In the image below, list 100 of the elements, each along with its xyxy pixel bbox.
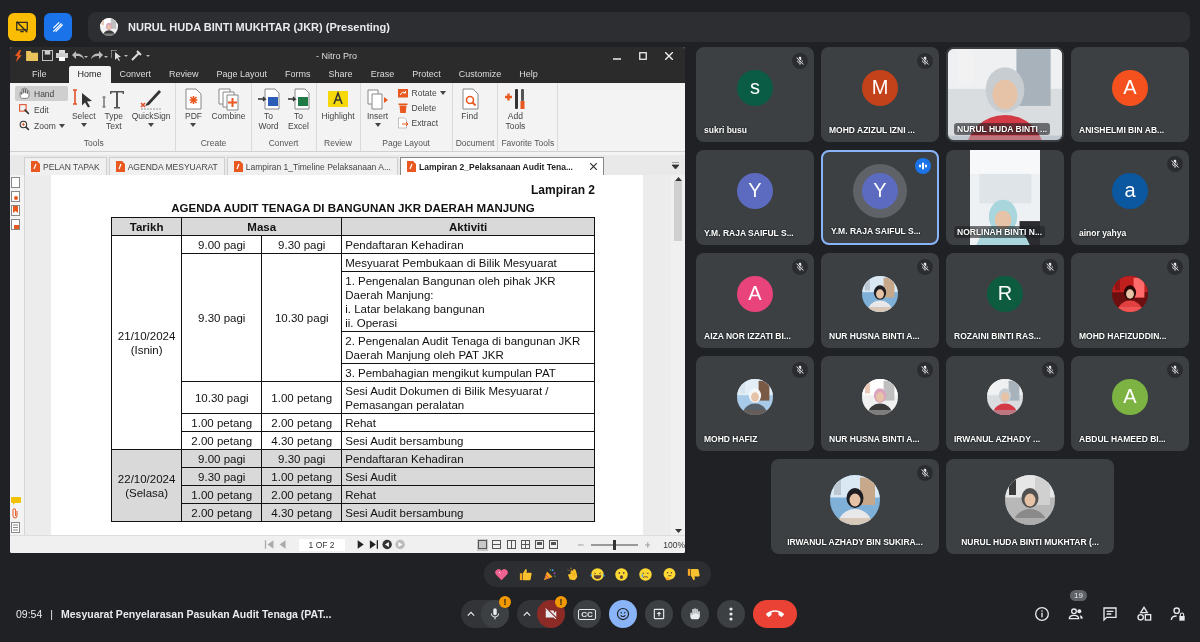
emoji-button[interactable] (609, 600, 637, 628)
warning-badge: ! (555, 596, 567, 608)
menu-tab[interactable]: Convert (110, 66, 161, 83)
view-mode-button[interactable] (548, 538, 560, 551)
menu-tab[interactable]: Home (68, 66, 111, 83)
menu-tab[interactable]: Protect (403, 66, 450, 83)
caret-icon[interactable] (672, 162, 679, 169)
more-icon (729, 607, 733, 621)
menu-tab[interactable]: File (24, 66, 69, 83)
menu-tab[interactable]: Erase (361, 66, 404, 83)
caret-icon (374, 122, 381, 127)
ribbon-button[interactable]: Zoom (15, 118, 68, 133)
avatar-initial: A (1112, 378, 1148, 415)
screen-off-button[interactable] (8, 13, 36, 41)
lock-icon[interactable] (11, 219, 20, 230)
menu-tab[interactable]: Customize (449, 66, 511, 83)
document-tab[interactable]: Lampiran 1_Timeline Pelaksanaan A... (226, 157, 398, 175)
party-popper-icon[interactable] (542, 566, 557, 582)
info-icon[interactable] (1034, 606, 1050, 622)
menu-tab[interactable]: Review (160, 66, 208, 83)
continuous-icon (492, 540, 502, 549)
chat-icon[interactable] (1102, 606, 1118, 622)
surprised-face-icon[interactable] (614, 566, 629, 582)
page-icon[interactable] (11, 177, 20, 188)
ribbon-button[interactable]: Rotate (393, 86, 449, 100)
menu-tab[interactable]: Help (510, 66, 547, 83)
more-button[interactable] (717, 600, 745, 628)
save-icon[interactable] (42, 50, 53, 61)
bookmark-icon[interactable] (11, 205, 20, 216)
pages-icon[interactable] (11, 191, 20, 202)
table-cell: 10.30 pagi (181, 381, 262, 414)
close-icon[interactable] (590, 163, 597, 170)
menu-tab[interactable]: Forms (276, 66, 320, 83)
ribbon-button[interactable]: Type Text (99, 85, 128, 138)
present-button[interactable] (645, 600, 673, 628)
paperclip-icon[interactable] (11, 508, 20, 519)
caret-icon[interactable] (674, 529, 682, 533)
end-call-button[interactable] (753, 600, 797, 628)
ribbon-button[interactable]: Highlight (319, 85, 357, 138)
view-mode-button[interactable] (477, 538, 489, 551)
ribbon-button[interactable]: QuickSign (129, 85, 173, 138)
list-icon[interactable] (11, 522, 20, 533)
trash-icon (396, 102, 409, 114)
maximize-icon[interactable] (639, 51, 647, 60)
zoom-level[interactable]: 100% (663, 539, 685, 550)
crying-face-icon[interactable] (638, 566, 653, 582)
ribbon-button[interactable]: PDF (179, 85, 208, 138)
scroll-thumb[interactable] (674, 181, 682, 241)
ribbon-button[interactable]: Hand (15, 86, 68, 101)
page-number-field[interactable]: 1 OF 2 (298, 538, 345, 551)
undo-icon[interactable] (71, 50, 88, 61)
next-page-icon[interactable] (355, 539, 366, 550)
table-cell: 2.00 petang (181, 431, 262, 450)
people-icon[interactable] (1068, 606, 1084, 622)
ribbon-button[interactable]: Select (69, 85, 98, 138)
menu-tab[interactable]: Page Layout (207, 66, 277, 83)
tools-icon[interactable] (131, 50, 150, 61)
table-cell: Mesyuarat Pembukaan di Bilik Mesyuarat (341, 253, 595, 272)
ribbon-button[interactable]: Extract (393, 116, 449, 130)
view-mode-button[interactable] (491, 538, 503, 551)
heart-icon[interactable] (494, 566, 509, 582)
ribbon-button[interactable]: Edit (15, 102, 68, 117)
ribbon-button[interactable]: Combine (209, 85, 248, 138)
scrollbar[interactable] (671, 175, 685, 535)
presenter-name: NURUL HUDA BINTI MUKHTAR (JKR) (Presenting) (128, 21, 390, 33)
caret-icon (190, 122, 197, 127)
ribbon-button[interactable]: Insert (363, 85, 392, 138)
document-tab[interactable]: PELAN TAPAK (24, 157, 107, 175)
thinking-face-icon[interactable] (662, 566, 677, 582)
view-mode-button[interactable] (533, 538, 546, 551)
lock-person-icon[interactable] (1170, 606, 1186, 622)
redo-icon[interactable] (91, 50, 108, 61)
ribbon-button[interactable]: Add Tools (501, 85, 530, 138)
cursor-icon[interactable] (111, 50, 128, 61)
captions-button[interactable]: CC (573, 600, 601, 628)
ribbon-button[interactable]: Delete (393, 101, 449, 115)
view-mode-button[interactable] (505, 538, 517, 551)
ribbon-button[interactable]: To Word (254, 85, 283, 138)
raise-hand-button[interactable] (681, 600, 709, 628)
meeting-title: Mesyuarat Penyelarasan Pasukan Audit Tenaga (PAT... (61, 608, 332, 620)
group-label: Create (199, 138, 228, 150)
annotate-button[interactable] (44, 13, 72, 41)
folder-icon[interactable] (26, 50, 39, 61)
last-page-icon[interactable] (368, 539, 380, 550)
view-mode-button[interactable] (519, 538, 531, 551)
back-icon[interactable] (382, 539, 393, 550)
shapes-icon[interactable] (1136, 606, 1152, 622)
table-cell: 1.00 petang (181, 413, 262, 432)
thumbs-up-icon[interactable] (518, 566, 533, 582)
printer-icon[interactable] (56, 50, 68, 61)
menu-tab[interactable]: Share (319, 66, 362, 83)
table-cell: 9.00 pagi (181, 235, 262, 254)
ribbon-button[interactable]: Find (455, 85, 484, 138)
document-tab[interactable]: Lampiran 2_Pelaksanaan Audit Tena... (400, 157, 604, 175)
avatar-initial: Y (737, 172, 773, 209)
document-tab[interactable]: AGENDA MESYUARAT (108, 157, 225, 175)
avatar-initial: A (737, 275, 773, 312)
laughing-face-icon[interactable] (590, 566, 605, 582)
ribbon-button[interactable]: To Excel (284, 85, 313, 138)
thumbs-down-icon[interactable] (686, 566, 701, 582)
